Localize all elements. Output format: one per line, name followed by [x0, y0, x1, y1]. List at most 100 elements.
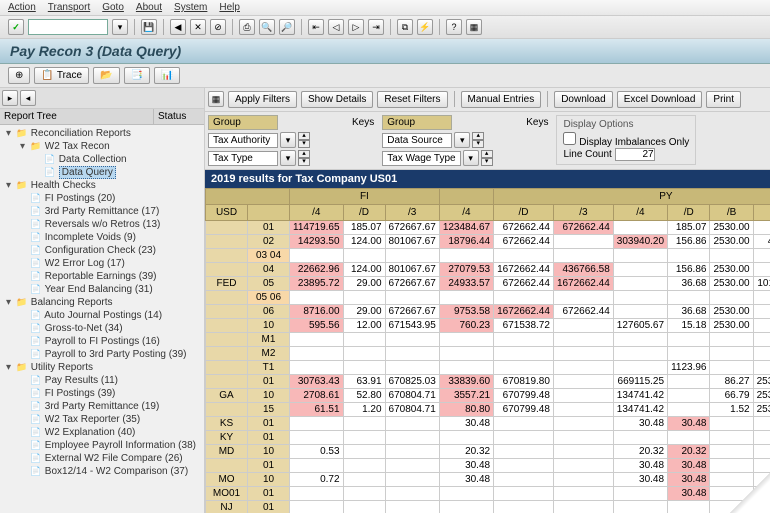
dropdown-icon[interactable]: ▾ — [280, 150, 296, 166]
table-row[interactable]: 03 04424.47 — [206, 249, 770, 263]
table-row[interactable]: GA102708.6152.80670804.713557.21670799.4… — [206, 389, 770, 403]
dropdown-icon[interactable]: ▾ — [280, 132, 296, 148]
table-row[interactable]: T11123.96 — [206, 361, 770, 375]
tree-node[interactable]: 📄 Configuration Check (23) — [2, 244, 202, 257]
tree-node[interactable]: 📄 Year End Balancing (31) — [2, 283, 202, 296]
layout-icon[interactable]: ▦ — [466, 19, 482, 35]
tree-node[interactable]: 📄 Box12/14 - W2 Comparison (37) — [2, 465, 202, 478]
table-row[interactable]: 05 06101.61 — [206, 291, 770, 305]
find-icon[interactable]: 🔍 — [259, 19, 275, 35]
table-row[interactable]: 10595.5612.00671543.95760.23671538.72127… — [206, 319, 770, 333]
tree-node[interactable]: ▾📁 Health Checks — [2, 179, 202, 192]
new-session-icon[interactable]: ⧉ — [397, 19, 413, 35]
table-row[interactable]: MD100.5320.3220.3220.32 — [206, 445, 770, 459]
table-row[interactable]: MO100.7230.4830.4830.48 — [206, 473, 770, 487]
tree-node[interactable]: 📄 Reversals w/o Retros (13) — [2, 218, 202, 231]
down-icon[interactable]: ▾ — [298, 158, 310, 166]
up-icon[interactable]: ▴ — [481, 150, 493, 158]
tool-icon-3[interactable]: 📊 — [154, 67, 180, 84]
imbalances-only-checkbox[interactable] — [563, 132, 576, 145]
table-row[interactable]: KY01140.523200.00 — [206, 431, 770, 445]
tree-node[interactable]: 📄 W2 Error Log (17) — [2, 257, 202, 270]
enter-button[interactable]: ✓ — [8, 19, 24, 35]
results-table[interactable]: FIPYTPW2USD/4/D/3/4/D/3/4/D/B/4/D/1/T/4/… — [205, 188, 770, 513]
print-icon[interactable]: ⎙ — [239, 19, 255, 35]
tree-node[interactable]: ▾📁 Balancing Reports — [2, 296, 202, 309]
tree-node[interactable]: ▾📁 Utility Reports — [2, 361, 202, 374]
tree-node[interactable]: 📄 FI Postings (20) — [2, 192, 202, 205]
menu-help[interactable]: Help — [219, 2, 240, 13]
tree-node[interactable]: 📄 Data Query — [2, 166, 202, 179]
menu-goto[interactable]: Goto — [102, 2, 124, 13]
prev-page-icon[interactable]: ◁ — [328, 19, 344, 35]
tree-node[interactable]: 📄 Data Collection — [2, 153, 202, 166]
up-icon[interactable]: ▴ — [298, 132, 310, 140]
reset-filters-button[interactable]: Reset Filters — [377, 91, 447, 108]
table-row[interactable]: 0130763.4363.91670825.0333839.60670819.8… — [206, 375, 770, 389]
tax-wage-type-select[interactable]: Tax Wage Type — [382, 151, 460, 166]
tree-node[interactable]: 📄 Pay Results (11) — [2, 374, 202, 387]
find-next-icon[interactable]: 🔎 — [279, 19, 295, 35]
tree-collapse-icon[interactable]: ◂ — [20, 90, 36, 106]
menu-transport[interactable]: Transport — [48, 2, 90, 13]
tool-icon-1[interactable]: 📂 — [93, 67, 119, 84]
cancel-icon[interactable]: ⊘ — [210, 19, 226, 35]
table-row[interactable]: M1301678.50 — [206, 333, 770, 347]
table-row[interactable]: 1561.511.20670804.7180.80670799.48134741… — [206, 403, 770, 417]
tree-node[interactable]: 📄 Reportable Earnings (39) — [2, 270, 202, 283]
first-page-icon[interactable]: ⇤ — [308, 19, 324, 35]
back-icon[interactable]: ◀ — [170, 19, 186, 35]
tree-node[interactable]: 📄 3rd Party Remittance (17) — [2, 205, 202, 218]
help-icon[interactable]: ? — [446, 19, 462, 35]
shortcut-icon[interactable]: ⚡ — [417, 19, 433, 35]
exit-icon[interactable]: ✕ — [190, 19, 206, 35]
tax-type-select[interactable]: Tax Type — [208, 151, 278, 166]
tree-node[interactable]: 📄 External W2 File Compare (26) — [2, 452, 202, 465]
table-row[interactable]: M22715.11- — [206, 347, 770, 361]
trace-button[interactable]: 📋 Trace — [34, 67, 89, 84]
filter-icon[interactable]: ▦ — [208, 91, 224, 107]
excel-download-button[interactable]: Excel Download — [617, 91, 703, 108]
tree-node[interactable]: 📄 Incomplete Voids (9) — [2, 231, 202, 244]
table-row[interactable]: MO010130.4845.72 — [206, 487, 770, 501]
dropdown-icon[interactable]: ▾ — [463, 150, 479, 166]
last-page-icon[interactable]: ⇥ — [368, 19, 384, 35]
tree-node[interactable]: ▾📁 Reconciliation Reports — [2, 127, 202, 140]
table-row[interactable]: 0214293.50124.00801067.6718796.44672662.… — [206, 235, 770, 249]
show-details-button[interactable]: Show Details — [301, 91, 373, 108]
execute-icon[interactable]: ⊕ — [8, 67, 30, 84]
tree-node[interactable]: ▾📁 W2 Tax Recon — [2, 140, 202, 153]
tree-node[interactable]: 📄 W2 Tax Reporter (35) — [2, 413, 202, 426]
table-row[interactable]: NJ013.68 — [206, 501, 770, 513]
tree-node[interactable]: 📄 Gross-to-Net (34) — [2, 322, 202, 335]
up-icon[interactable]: ▴ — [298, 150, 310, 158]
table-row[interactable]: 0130.4830.4830.4845.72 — [206, 459, 770, 473]
print-button[interactable]: Print — [706, 91, 741, 108]
down-icon[interactable]: ▾ — [481, 158, 493, 166]
menu-action[interactable]: Action — [8, 2, 36, 13]
tree-node[interactable]: 📄 Payroll to FI Postings (16) — [2, 335, 202, 348]
tool-icon-2[interactable]: 📑 — [124, 67, 150, 84]
dropdown-icon[interactable]: ▾ — [454, 132, 470, 148]
table-row[interactable]: 068716.0029.00672667.679753.581672662.44… — [206, 305, 770, 319]
up-icon[interactable]: ▴ — [472, 132, 484, 140]
tax-authority-select[interactable]: Tax Authority — [208, 133, 278, 148]
report-tree[interactable]: ▾📁 Reconciliation Reports▾📁 W2 Tax Recon… — [0, 125, 204, 513]
save-icon[interactable]: 💾 — [141, 19, 157, 35]
tree-node[interactable]: 📄 Auto Journal Postings (14) — [2, 309, 202, 322]
tree-node[interactable]: 📄 W2 Explanation (40) — [2, 426, 202, 439]
download-button[interactable]: Download — [554, 91, 612, 108]
line-count-input[interactable] — [615, 148, 655, 161]
command-field[interactable] — [28, 19, 108, 35]
down-icon[interactable]: ▾ — [298, 140, 310, 148]
table-row[interactable]: KS0130.4830.4830.4845.72 — [206, 417, 770, 431]
tree-node[interactable]: 📄 Payroll to 3rd Party Posting (39) — [2, 348, 202, 361]
down-icon[interactable]: ▾ — [472, 140, 484, 148]
menu-system[interactable]: System — [174, 2, 207, 13]
manual-entries-button[interactable]: Manual Entries — [461, 91, 542, 108]
menu-about[interactable]: About — [136, 2, 162, 13]
tree-expand-icon[interactable]: ▸ — [2, 90, 18, 106]
table-row[interactable]: 0422662.96124.00801067.6727079.531672662… — [206, 263, 770, 277]
table-row[interactable]: FED0523895.7229.00672667.6724933.5767266… — [206, 277, 770, 291]
tree-node[interactable]: 📄 3rd Party Remittance (19) — [2, 400, 202, 413]
